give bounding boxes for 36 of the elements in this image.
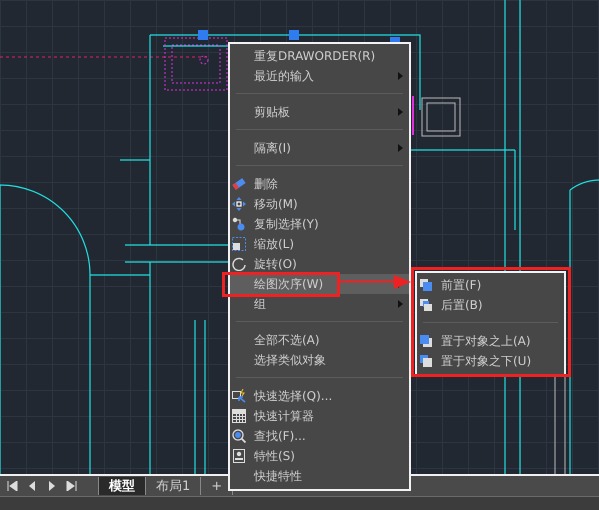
scale-icon [232, 237, 246, 251]
menu-item[interactable]: 最近的输入 [230, 66, 409, 86]
menu-item[interactable]: 查找(F)... [230, 426, 409, 446]
menu-item[interactable]: 组 [230, 294, 409, 314]
menu-item[interactable]: 置于对象之上(A) [417, 331, 564, 351]
find-icon [232, 429, 246, 443]
menu-item[interactable]: 删除 [230, 174, 409, 194]
menu-item[interactable]: 后置(B) [417, 295, 564, 315]
below-object-icon [419, 354, 433, 368]
menu-item[interactable]: 置于对象之下(U) [417, 351, 564, 371]
menu-item[interactable]: 隔离(I) [230, 138, 409, 158]
pointer-arrow [340, 274, 411, 290]
send-back-icon [419, 298, 433, 312]
menu-item[interactable]: 移动(M) [230, 194, 409, 214]
last-page-icon[interactable] [66, 481, 78, 491]
bring-front-icon [419, 278, 433, 292]
menu-item[interactable]: 前置(F) [417, 275, 564, 295]
menu-item[interactable]: 重复DRAWORDER(R) [230, 46, 409, 66]
quick-select-icon [232, 389, 246, 403]
properties-icon [232, 449, 246, 463]
calculator-icon [232, 409, 246, 423]
menu-item[interactable]: 复制选择(Y) [230, 214, 409, 234]
menu-item[interactable]: 快速选择(Q)... [230, 386, 409, 406]
menu-item[interactable]: 快速计算器 [230, 406, 409, 426]
move-arrows-icon [232, 197, 246, 211]
menu-item[interactable]: 全部不选(A) [230, 330, 409, 350]
menu-item[interactable]: 选择类似对象 [230, 350, 409, 370]
menu-item[interactable]: 旋转(O) [230, 254, 409, 274]
copy-dots-icon [232, 217, 246, 231]
rotate-icon [232, 257, 246, 271]
above-object-icon [419, 334, 433, 348]
layout-tab[interactable]: 模型 [98, 477, 146, 495]
menu-item[interactable]: 剪贴板 [230, 102, 409, 122]
menu-item[interactable]: 缩放(L) [230, 234, 409, 254]
first-page-icon[interactable] [6, 481, 18, 491]
menu-item[interactable]: 特性(S) [230, 446, 409, 466]
